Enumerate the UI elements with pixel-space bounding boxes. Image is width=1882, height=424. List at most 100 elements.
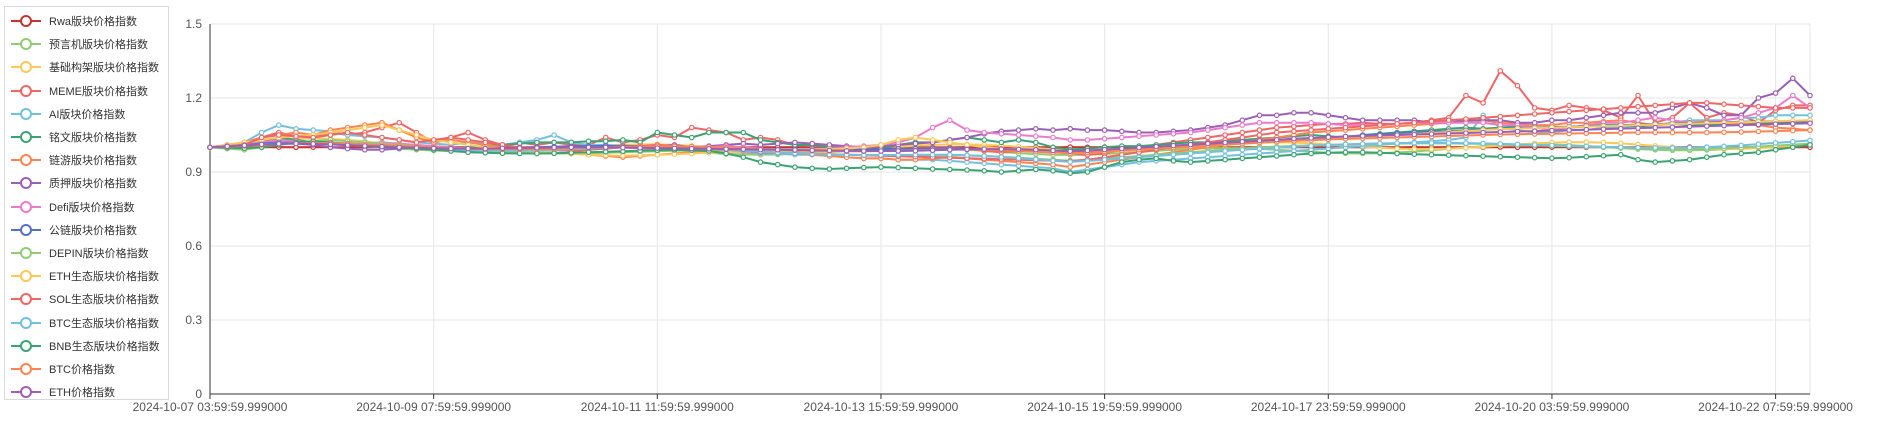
data-point[interactable] (1635, 125, 1641, 131)
data-point[interactable] (1015, 132, 1022, 138)
data-point[interactable] (1583, 107, 1590, 114)
data-point[interactable] (757, 146, 764, 153)
data-point[interactable] (688, 134, 695, 141)
data-point[interactable] (396, 137, 403, 143)
data-point[interactable] (1480, 100, 1486, 106)
data-point[interactable] (1549, 155, 1555, 162)
data-point[interactable] (448, 134, 454, 141)
data-point[interactable] (671, 132, 678, 138)
data-point[interactable] (1342, 124, 1349, 131)
data-point[interactable] (826, 166, 833, 172)
data-point[interactable] (1187, 141, 1194, 148)
data-point[interactable] (327, 141, 334, 148)
data-point[interactable] (1377, 132, 1383, 139)
data-point[interactable] (1342, 114, 1349, 121)
data-point[interactable] (723, 150, 729, 157)
data-point[interactable] (1480, 140, 1486, 147)
data-point[interactable] (1119, 159, 1125, 165)
data-point[interactable] (551, 132, 557, 138)
data-point[interactable] (224, 143, 231, 150)
data-point[interactable] (1635, 129, 1641, 136)
data-point[interactable] (1738, 142, 1745, 149)
data-point[interactable] (1394, 150, 1400, 157)
data-point[interactable] (1669, 145, 1676, 151)
data-point[interactable] (1359, 133, 1366, 139)
data-point[interactable] (1342, 133, 1349, 140)
data-point[interactable] (1411, 131, 1418, 138)
data-point[interactable] (1807, 142, 1813, 148)
data-point[interactable] (1411, 119, 1418, 126)
data-point[interactable] (1531, 105, 1538, 111)
data-point[interactable] (1428, 140, 1435, 146)
data-point[interactable] (1101, 127, 1108, 133)
data-point[interactable] (1618, 110, 1624, 116)
data-point[interactable] (1721, 112, 1727, 119)
data-point[interactable] (1273, 145, 1280, 151)
data-point[interactable] (671, 151, 678, 158)
data-point[interactable] (1704, 123, 1710, 129)
data-point[interactable] (1015, 146, 1022, 153)
data-point[interactable] (1549, 117, 1555, 124)
data-point[interactable] (1686, 129, 1693, 136)
data-point[interactable] (1652, 110, 1659, 116)
data-point[interactable] (981, 129, 988, 136)
data-point[interactable] (1136, 156, 1142, 163)
data-point[interactable] (1514, 112, 1521, 119)
data-point[interactable] (344, 142, 351, 148)
data-point[interactable] (1463, 130, 1469, 136)
data-point[interactable] (1497, 113, 1504, 120)
data-point[interactable] (792, 147, 798, 153)
data-point[interactable] (860, 164, 867, 171)
data-point[interactable] (1790, 127, 1796, 134)
data-point[interactable] (843, 165, 850, 172)
data-point[interactable] (1635, 103, 1641, 110)
data-point[interactable] (792, 164, 798, 170)
data-point[interactable] (688, 124, 695, 131)
data-point[interactable] (895, 137, 902, 143)
data-point[interactable] (568, 150, 575, 156)
data-point[interactable] (1291, 151, 1297, 158)
data-point[interactable] (1428, 131, 1435, 137)
data-point[interactable] (1291, 119, 1297, 126)
data-point[interactable] (1119, 128, 1125, 135)
data-point[interactable] (413, 145, 420, 151)
data-point[interactable] (1635, 117, 1641, 124)
data-point[interactable] (809, 147, 816, 154)
data-point[interactable] (448, 145, 454, 152)
data-point[interactable] (1428, 146, 1435, 152)
data-point[interactable] (1807, 112, 1813, 119)
data-point[interactable] (568, 144, 575, 151)
data-point[interactable] (929, 151, 936, 158)
data-point[interactable] (1652, 102, 1659, 109)
data-point[interactable] (1342, 149, 1349, 156)
data-point[interactable] (1618, 105, 1624, 111)
data-point[interactable] (1566, 143, 1572, 149)
data-point[interactable] (1205, 158, 1211, 164)
data-point[interactable] (1067, 148, 1074, 155)
data-point[interactable] (1119, 145, 1125, 152)
data-point[interactable] (1807, 137, 1813, 144)
data-point[interactable] (1256, 127, 1263, 133)
data-point[interactable] (1308, 150, 1314, 157)
data-point[interactable] (1308, 143, 1314, 149)
data-point[interactable] (1738, 150, 1745, 157)
data-point[interactable] (1635, 156, 1641, 163)
data-point[interactable] (1222, 124, 1228, 131)
data-point[interactable] (1291, 135, 1297, 142)
data-point[interactable] (1136, 133, 1142, 140)
data-point[interactable] (1514, 154, 1521, 161)
data-point[interactable] (1497, 153, 1504, 160)
data-point[interactable] (1618, 151, 1624, 158)
data-point[interactable] (1738, 129, 1745, 135)
data-point[interactable] (1394, 132, 1400, 138)
data-point[interactable] (1497, 68, 1504, 74)
data-point[interactable] (465, 145, 471, 152)
data-point[interactable] (1308, 119, 1314, 126)
data-point[interactable] (1497, 141, 1504, 147)
data-point[interactable] (1566, 154, 1572, 161)
data-point[interactable] (1291, 144, 1297, 150)
data-point[interactable] (1394, 121, 1400, 127)
data-point[interactable] (1772, 121, 1779, 127)
data-point[interactable] (275, 141, 282, 147)
data-point[interactable] (706, 129, 712, 136)
